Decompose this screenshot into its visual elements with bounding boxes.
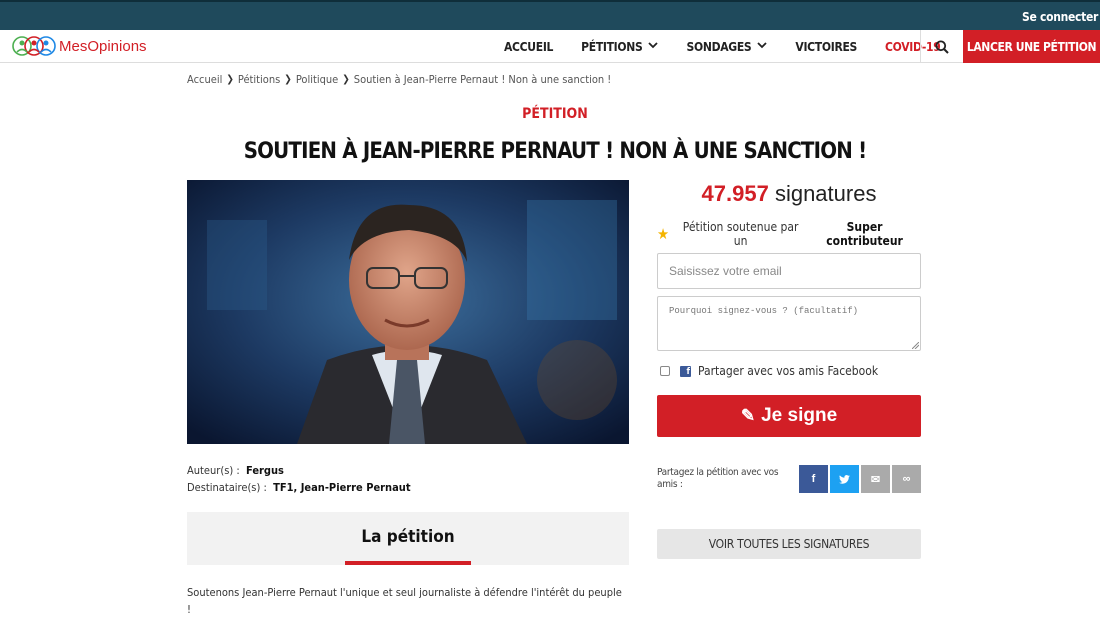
facebook-share-option[interactable]: f Partager avec vos amis Facebook — [660, 364, 878, 378]
chevron-down-icon — [648, 41, 659, 52]
breadcrumb-link[interactable]: Accueil — [187, 73, 222, 86]
launch-petition-button[interactable]: LANCER UNE PÉTITION — [963, 30, 1100, 63]
link-icon: ∞ — [902, 473, 911, 485]
supported-badge: ★ Pétition soutenue par un Super contrib… — [657, 220, 921, 248]
twitter-icon — [839, 474, 850, 484]
signature-count: 47.957 signatures — [657, 181, 921, 207]
breadcrumb-current: Soutien à Jean-Pierre Pernaut ! Non à un… — [353, 73, 612, 86]
author-row: Auteur(s) : Fergus — [187, 462, 411, 479]
site-logo[interactable]: MesOpinions — [12, 34, 147, 58]
share-link-button[interactable]: ∞ — [892, 465, 921, 493]
facebook-share-label: Partager avec vos amis Facebook — [698, 364, 879, 378]
chevron-right-icon: ❯ — [342, 74, 350, 85]
breadcrumb-link[interactable]: Pétitions — [238, 73, 280, 86]
recipients-row: Destinataire(s) : TF1, Jean-Pierre Perna… — [187, 479, 411, 496]
page-title: SOUTIEN À JEAN-PIERRE PERNAUT ! NON À UN… — [243, 139, 867, 164]
top-bar: Se connecter — [0, 0, 1100, 30]
share-label: Partagez la pétition avec vos amis : — [657, 467, 779, 490]
star-icon: ★ — [657, 225, 670, 243]
chevron-down-icon — [757, 41, 768, 52]
share-twitter-button[interactable] — [830, 465, 859, 493]
share-email-button[interactable]: ✉ — [861, 465, 890, 493]
petition-photo — [187, 180, 629, 444]
facebook-icon: f — [680, 365, 691, 377]
login-link[interactable]: Se connecter — [1022, 10, 1098, 24]
author-label: Auteur(s) : — [187, 464, 240, 477]
resize-grip-icon[interactable] — [912, 342, 919, 349]
petition-description: Soutenons Jean-Pierre Pernaut l'unique e… — [187, 586, 622, 616]
recipients-value: TF1, Jean-Pierre Pernaut — [273, 481, 411, 494]
share-buttons: f ✉ ∞ — [799, 465, 921, 493]
nav-item-label: ACCUEIL — [504, 39, 554, 54]
logo-people-icon — [12, 36, 56, 56]
nav-menu: ACCUEIL PÉTITIONS SONDAGES VICTOIRES COV… — [490, 30, 954, 63]
share-facebook-button[interactable]: f — [799, 465, 828, 493]
breadcrumb-link[interactable]: Politique — [296, 73, 338, 86]
tab-active-underline — [345, 561, 471, 565]
breadcrumb: Accueil ❯ Pétitions ❯ Politique ❯ Soutie… — [187, 73, 611, 86]
nav-item-victoires[interactable]: VICTOIRES — [781, 40, 871, 54]
facebook-icon: f — [811, 473, 816, 485]
email-icon: ✉ — [870, 473, 881, 486]
email-field[interactable] — [657, 253, 921, 289]
sign-button[interactable]: ✎ Je signe — [657, 395, 921, 437]
chevron-right-icon: ❯ — [226, 74, 234, 85]
brand-name: MesOpinions — [59, 37, 147, 55]
view-all-signatures-button[interactable]: VOIR TOUTES LES SIGNATURES — [657, 529, 921, 559]
author-name[interactable]: Fergus — [246, 464, 284, 477]
recipients-label: Destinataire(s) : — [187, 481, 267, 494]
nav-item-sondages[interactable]: SONDAGES — [672, 40, 781, 54]
pencil-icon: ✎ — [740, 406, 756, 425]
search-button[interactable] — [920, 30, 962, 63]
nav-item-label: VICTOIRES — [795, 39, 858, 54]
petition-tab[interactable]: La pétition — [187, 512, 629, 565]
signature-count-number: 47.957 — [701, 181, 769, 206]
nav-item-label: PÉTITIONS — [581, 39, 643, 54]
facebook-share-checkbox[interactable] — [660, 366, 670, 376]
reason-textarea[interactable] — [657, 296, 921, 351]
chevron-right-icon: ❯ — [284, 74, 292, 85]
nav-item-petitions[interactable]: PÉTITIONS — [567, 40, 672, 54]
nav-item-accueil[interactable]: ACCUEIL — [490, 40, 567, 54]
signature-count-unit: signatures — [774, 181, 877, 206]
petition-meta: Auteur(s) : Fergus Destinataire(s) : TF1… — [187, 462, 411, 496]
tab-label: La pétition — [361, 527, 455, 547]
supported-text: Pétition soutenue par un — [682, 220, 799, 248]
supported-by: Super contributeur — [826, 220, 903, 248]
nav-item-label: SONDAGES — [686, 39, 752, 54]
search-icon — [935, 40, 949, 54]
sign-button-label: Je signe — [761, 405, 838, 426]
main-navigation: MesOpinions ACCUEIL PÉTITIONS SONDAGES V… — [0, 30, 1100, 63]
petition-kicker: PÉTITION — [522, 106, 588, 122]
